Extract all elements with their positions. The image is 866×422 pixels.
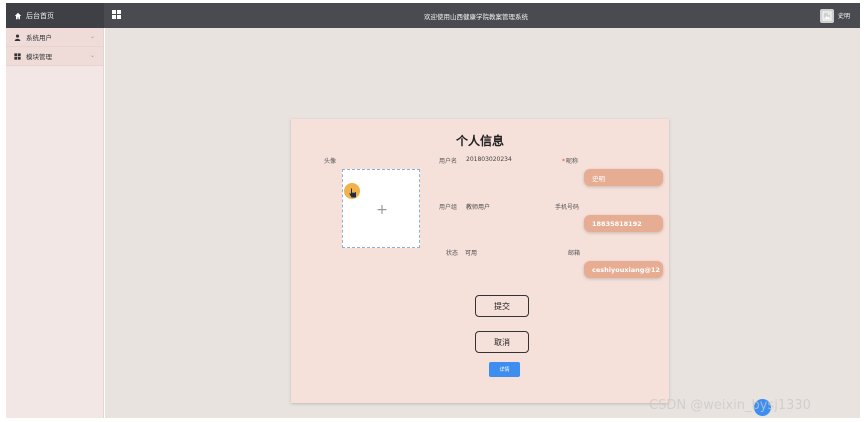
sidebar-item-label: 系统用户 (26, 34, 52, 42)
required-marker: * (562, 158, 565, 165)
status-label: 状态 (446, 250, 459, 257)
usergroup-value: 教师用户 (466, 204, 491, 211)
sidebar-item-system-users[interactable]: 系统用户 ⌄ (6, 28, 103, 47)
submit-button[interactable]: 提交 (475, 295, 529, 317)
home-link[interactable]: 后台首页 (6, 3, 104, 28)
nickname-label: *昵称 (562, 156, 578, 165)
plus-icon: + (376, 201, 388, 218)
avatar-uploader[interactable]: + (342, 169, 420, 248)
sidebar: 系统用户 ⌄ 模块管理 ⌄ (6, 28, 104, 418)
detail-button[interactable]: 详情 (489, 362, 520, 377)
username-value: 201803020234 (466, 156, 512, 163)
sidebar-item-label: 模块管理 (26, 53, 52, 61)
user-icon (14, 34, 21, 41)
chevron-down-icon: ⌄ (89, 33, 95, 40)
chevron-down-icon: ⌄ (89, 52, 95, 59)
profile-card: 个人信息 头像 + 用户名 201803020234 用户组 教师用户 状态 可… (291, 119, 669, 403)
phone-field[interactable]: 18835818192 (584, 215, 663, 232)
user-menu[interactable]: 史明 (819, 7, 850, 24)
top-bar: 后台首页 欢迎使用山西健康学院教案管理系统 史明 (6, 3, 860, 28)
user-name: 史明 (837, 13, 850, 20)
cancel-button[interactable]: 取消 (475, 331, 529, 353)
nickname-label-text: 昵称 (566, 158, 579, 165)
watermark: CSDN @weixin_bysj1330 (649, 398, 811, 413)
nickname-field[interactable]: 史明 (584, 169, 663, 186)
phone-label: 手机号码 (555, 204, 580, 211)
site-title: 欢迎使用山西健康学院教案管理系统 (424, 12, 528, 21)
home-link-label: 后台首页 (26, 11, 54, 20)
usergroup-label: 用户组 (439, 204, 458, 211)
menu-toggle-icon[interactable] (112, 10, 121, 19)
status-value: 可用 (465, 250, 478, 257)
grid-icon (14, 52, 21, 60)
email-label: 邮箱 (568, 250, 581, 257)
avatar-label: 头像 (324, 158, 337, 165)
email-field[interactable]: ceshiyouxiang@12 (584, 261, 663, 278)
hand-cursor-icon (349, 188, 356, 198)
username-label: 用户名 (439, 158, 458, 165)
user-avatar-icon (819, 8, 834, 23)
sidebar-item-module-management[interactable]: 模块管理 ⌄ (6, 47, 103, 66)
page-title: 个人信息 (455, 134, 504, 148)
home-icon (14, 12, 22, 19)
